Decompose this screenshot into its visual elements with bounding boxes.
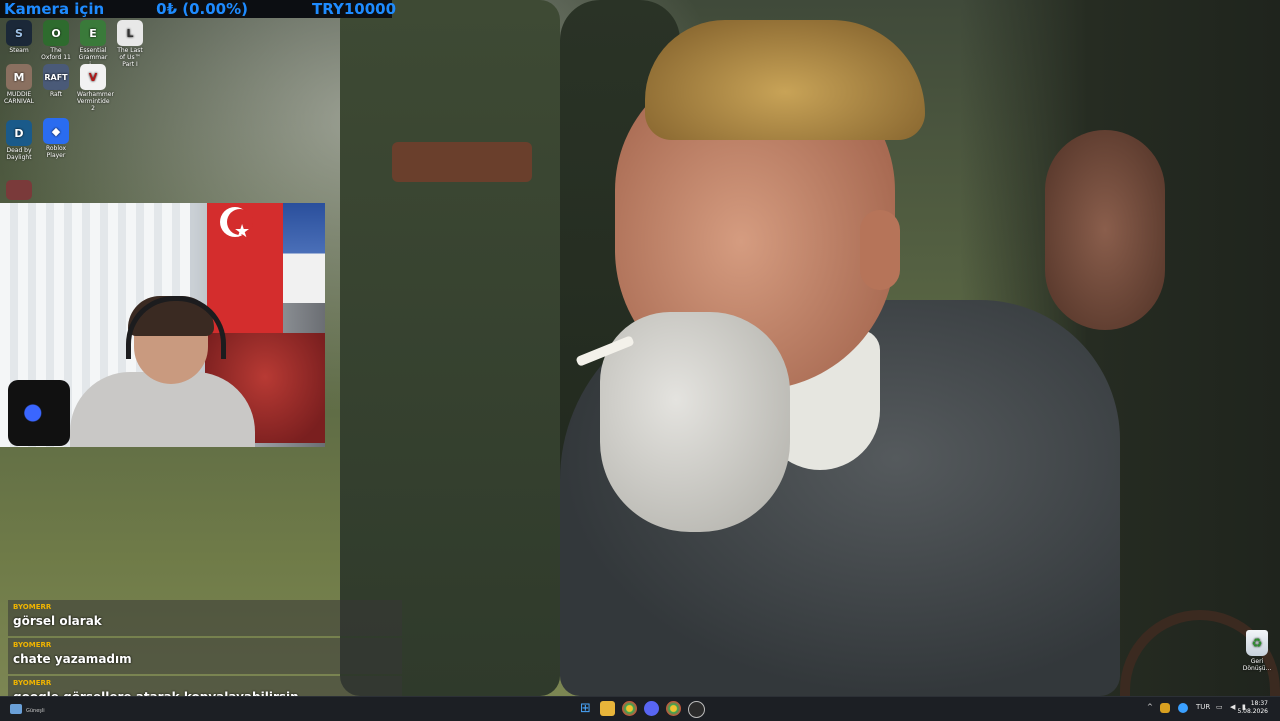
monitor-icon[interactable]: ▭ <box>1216 703 1223 711</box>
clock-time: 18:37 <box>1250 700 1268 707</box>
game-icon: M <box>6 64 32 90</box>
desktop-icon-roblox[interactable]: ◆ Roblox Player <box>40 118 72 159</box>
chat-message: BYOMERR chate yazamadım <box>8 638 402 674</box>
goal-progress: 0₺ (0.00%) <box>156 0 249 18</box>
chrome-icon[interactable] <box>666 701 681 716</box>
desktop-icon-steam[interactable]: S Steam <box>3 20 35 54</box>
roblox-icon: ◆ <box>43 118 69 144</box>
discord-icon[interactable] <box>644 701 659 716</box>
chrome-icon[interactable] <box>622 701 637 716</box>
background-hand <box>1045 130 1165 330</box>
tray-app-icon[interactable] <box>1160 703 1170 713</box>
desktop-icon-label: Dead by Daylight <box>6 147 32 161</box>
chat-message: BYOMERR görsel olarak <box>8 600 402 636</box>
desktop-icon-label: Warhammer Vermintide 2 <box>77 91 114 112</box>
desktop-icon-grammar[interactable]: E Essential Grammar i... <box>77 20 109 68</box>
desktop-icon-vermintide[interactable]: V Warhammer Vermintide 2 <box>77 64 114 112</box>
chat-username: BYOMERR <box>13 679 52 687</box>
chevron-up-icon[interactable]: ^ <box>1147 703 1153 711</box>
dbd-icon: D <box>6 120 32 146</box>
desktop-icon-last-of-us[interactable]: L The Last of Us™ Part I <box>114 20 146 68</box>
desktop-icon-label: Raft <box>49 91 63 98</box>
speaker-icon[interactable]: ◀ <box>1230 703 1235 711</box>
system-clock[interactable]: 18:37 5.08.2026 <box>1237 700 1268 716</box>
chat-username: BYOMERR <box>13 603 52 611</box>
weather-text[interactable]: Güneşli <box>26 708 45 714</box>
desktop-icon-label: Steam <box>9 47 29 54</box>
recycle-bin-icon: ♻ <box>1246 630 1268 656</box>
file-explorer-icon[interactable] <box>600 701 615 716</box>
raft-icon: RAFT <box>43 64 69 90</box>
soldier-belt <box>392 142 532 182</box>
book-icon: O <box>43 20 69 46</box>
weather-icon[interactable] <box>10 704 22 714</box>
steam-icon: S <box>6 20 32 46</box>
man-hair <box>645 20 925 140</box>
language-indicator[interactable]: TUR <box>1196 703 1210 711</box>
goal-title: Kamera için <box>4 0 105 18</box>
windows-start-icon[interactable]: ⊞ <box>578 701 593 716</box>
taskbar: Güneşli ⊞ ^ TUR ▭ ◀ ▮ 18:37 5.08.2026 <box>0 696 1280 721</box>
desktop-icon-label: Geri Dönüşü... <box>1242 658 1272 672</box>
desktop-icon-raft[interactable]: RAFT Raft <box>40 64 72 98</box>
goal-target: TRY10000 <box>312 0 397 18</box>
desktop-icon-label: The Oxford 11 <box>41 47 71 61</box>
chat-username: BYOMERR <box>13 641 52 649</box>
donation-goal-bar: Kamera için 0₺ (0.00%) TRY10000 <box>0 0 396 18</box>
obs-icon[interactable] <box>688 701 705 718</box>
background-soldier <box>340 0 560 696</box>
desktop-icon-label: Roblox Player <box>45 145 67 159</box>
game-icon <box>6 180 32 200</box>
man-ear <box>860 210 900 290</box>
game-icon: L <box>117 20 143 46</box>
webcam-overlay: ★ <box>0 203 325 447</box>
streamer-body <box>70 372 255 447</box>
desktop-icon-dead-by-daylight[interactable]: D Dead by Daylight <box>3 120 35 161</box>
vermintide-icon: V <box>80 64 106 90</box>
tray-app-icon[interactable] <box>1178 703 1188 713</box>
book-icon: E <box>80 20 106 46</box>
desk-equipment <box>8 380 70 446</box>
desktop-icon-muddie[interactable]: M MUDDIE CARNIVAL <box>3 64 35 105</box>
desktop-icon-label: The Last of Us™ Part I <box>117 47 143 68</box>
desktop-icon-recycle-bin[interactable]: ♻ Geri Dönüşü... <box>1240 630 1274 672</box>
chat-text: görsel olarak <box>13 614 102 628</box>
chat-message: BYOMERR google görsellere atarak kopyala… <box>8 676 402 704</box>
desktop-icon-partial[interactable] <box>3 180 35 201</box>
desktop-icon-oxford[interactable]: O The Oxford 11 <box>40 20 72 61</box>
chat-text: chate yazamadım <box>13 652 132 666</box>
desktop-icon-label: MUDDIE CARNIVAL <box>4 91 34 105</box>
clock-date: 5.08.2026 <box>1237 708 1268 715</box>
